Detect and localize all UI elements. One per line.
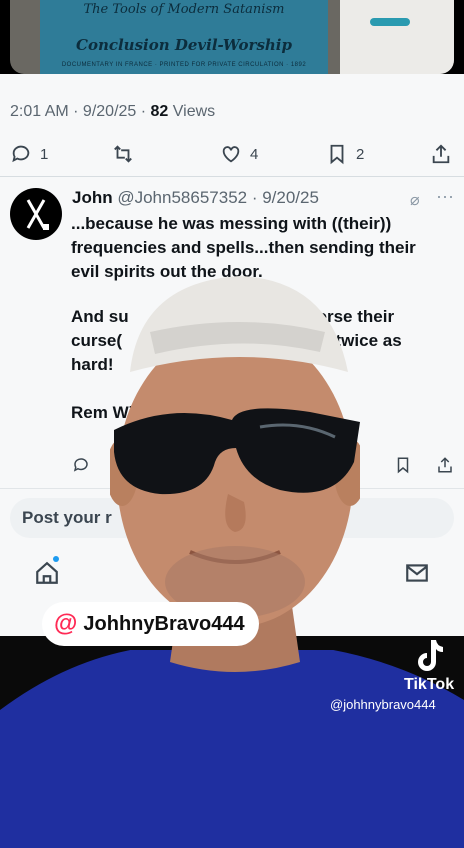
tiktok-watermark-handle: @johhnybravo444 [330, 697, 436, 712]
mention-at-symbol: @ [54, 610, 78, 637]
person-overlay [110, 276, 360, 672]
mail-icon[interactable] [404, 560, 430, 586]
more-options-icon[interactable]: ··· [436, 186, 454, 207]
share-icon [432, 144, 450, 164]
post-meta: 2:01 AM · 9/20/25 · 82 Views [10, 103, 216, 120]
tiktok-watermark-label: TikTok [404, 676, 455, 693]
reply-button[interactable]: 1 [10, 142, 48, 166]
comment-icon [12, 145, 30, 163]
bookmark-icon[interactable] [394, 456, 412, 474]
image-object [370, 18, 410, 26]
like-count: 4 [250, 145, 259, 163]
mention-sticker[interactable]: @ JohhnyBravo444 [42, 602, 259, 646]
book-cover: The Tools of Modern Satanism Conclusion … [40, 0, 328, 74]
home-icon[interactable] [34, 560, 60, 586]
avatar[interactable] [10, 188, 62, 240]
reply-header: John @John58657352 · 9/20/25 [72, 188, 319, 207]
book-footer: DOCUMENTARY IN FRANCE · PRINTED FOR PRIV… [61, 62, 307, 68]
bookmark-icon [330, 144, 344, 165]
share-icon[interactable] [436, 456, 454, 474]
avatar-emblem-icon [26, 199, 49, 230]
reply-author-handle[interactable]: @John58657352 [117, 188, 247, 207]
reply-count: 1 [40, 145, 49, 163]
notification-dot [53, 556, 59, 562]
mention-username: JohhnyBravo444 [83, 612, 245, 635]
share-button[interactable] [430, 142, 452, 166]
bookmark-button[interactable]: 2 [326, 142, 364, 166]
grok-icon[interactable]: ⌀ [410, 190, 420, 210]
book-title-line2: Conclusion Devil-Worship [76, 36, 292, 54]
views-label: Views [172, 103, 216, 120]
reply-author-name[interactable]: John [72, 188, 113, 207]
views-count: 82 [150, 103, 169, 120]
compose-placeholder: Post your r [22, 508, 112, 527]
like-button[interactable]: 4 [220, 142, 258, 166]
image-background [340, 0, 454, 74]
reply-date: 9/20/25 [262, 188, 319, 207]
post-action-bar: 1 4 2 [0, 138, 464, 170]
post-time: 2:01 AM [10, 103, 69, 120]
comment-icon[interactable] [72, 456, 90, 474]
divider [0, 176, 464, 177]
bookmark-count: 2 [356, 145, 365, 163]
repost-icon [114, 145, 132, 163]
post-image[interactable]: The Tools of Modern Satanism Conclusion … [10, 0, 454, 74]
tiktok-logo-icon [418, 640, 443, 671]
heart-icon [222, 146, 240, 163]
repost-button[interactable] [112, 142, 134, 166]
book-title-line1: The Tools of Modern Satanism [83, 2, 285, 17]
post-date: 9/20/25 [82, 103, 137, 120]
